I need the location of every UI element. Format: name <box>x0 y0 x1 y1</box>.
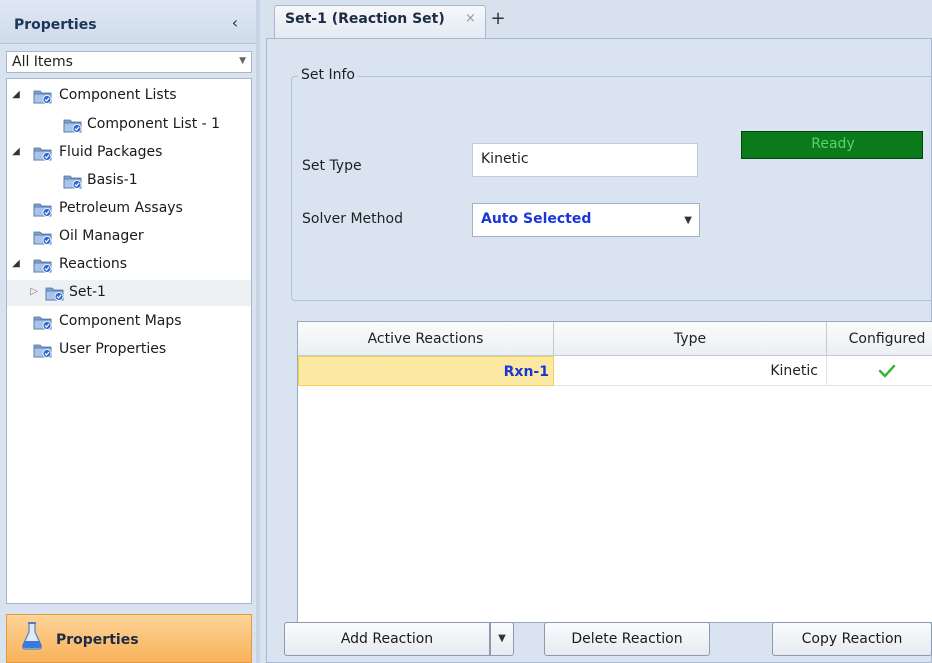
active-reactions-grid: Active Reactions Type Configured Rxn-1 K… <box>297 321 932 623</box>
set-type-label: Set Type <box>302 158 362 174</box>
table-row[interactable]: Rxn-1 Kinetic <box>298 356 932 386</box>
properties-panel-header: Properties ‹ <box>0 0 256 44</box>
properties-panel: Properties ‹ All Items ▼ ◢ Component Lis… <box>0 0 256 663</box>
column-header-configured[interactable]: Configured <box>827 322 932 356</box>
tree-item-label: Petroleum Assays <box>59 200 183 216</box>
tab-title: Set-1 (Reaction Set) <box>285 11 445 27</box>
folder-check-icon <box>33 145 53 161</box>
set-type-field[interactable]: Kinetic <box>472 143 698 177</box>
solver-method-value: Auto Selected <box>481 211 592 227</box>
tree-item-label: Oil Manager <box>59 228 144 244</box>
close-icon[interactable]: × <box>465 11 476 26</box>
folder-check-icon <box>33 88 53 104</box>
collapse-chevron-icon[interactable]: ‹ <box>228 15 242 31</box>
column-header-active-reactions[interactable]: Active Reactions <box>298 322 554 356</box>
collapsed-triangle-icon[interactable]: ▷ <box>29 286 39 298</box>
set-type-value: Kinetic <box>481 151 529 167</box>
expand-triangle-icon[interactable]: ◢ <box>11 146 21 158</box>
tree-item-label: Fluid Packages <box>59 144 163 160</box>
set-info-group: Set Info <box>291 67 932 301</box>
filter-dropdown-value: All Items <box>12 54 73 70</box>
tree-item-petroleum-assays[interactable]: Petroleum Assays <box>7 196 251 222</box>
add-reaction-button[interactable]: Add Reaction <box>284 622 490 656</box>
tree-item-label: Reactions <box>59 256 128 272</box>
copy-reaction-button[interactable]: Copy Reaction <box>772 622 932 656</box>
tree-item-set-1[interactable]: ▷ Set-1 <box>7 280 251 306</box>
filter-dropdown[interactable]: All Items ▼ <box>6 51 252 73</box>
add-reaction-dropdown-arrow-icon[interactable]: ▼ <box>490 622 514 656</box>
status-text: Ready <box>811 136 855 152</box>
tree-item-component-list-1[interactable]: Component List - 1 <box>7 112 251 138</box>
tree-item-component-maps[interactable]: Component Maps <box>7 309 251 335</box>
grid-header-row: Active Reactions Type Configured <box>298 322 932 356</box>
expand-triangle-icon[interactable]: ◢ <box>11 89 21 101</box>
folder-check-icon <box>33 201 53 217</box>
tree-item-label: Component Maps <box>59 313 182 329</box>
tab-reaction-set[interactable]: Set-1 (Reaction Set) × <box>274 5 486 38</box>
solver-method-label: Solver Method <box>302 211 403 227</box>
solver-method-dropdown[interactable]: Auto Selected ▼ <box>472 203 700 237</box>
reaction-name-cell[interactable]: Rxn-1 <box>298 356 554 386</box>
tree-item-fluid-packages[interactable]: ◢ Fluid Packages <box>7 140 251 166</box>
app-window: Properties ‹ All Items ▼ ◢ Component Lis… <box>0 0 932 663</box>
delete-reaction-button[interactable]: Delete Reaction <box>544 622 710 656</box>
navigation-pane-footer: Properties <box>0 606 256 663</box>
configured-cell <box>827 356 932 386</box>
folder-check-icon <box>33 342 53 358</box>
tree-item-basis-1[interactable]: Basis-1 <box>7 168 251 194</box>
document-area: Set-1 (Reaction Set) × + Set Info Ready … <box>260 0 932 663</box>
set-info-legend: Set Info <box>298 67 358 83</box>
folder-check-icon <box>63 117 83 133</box>
document-tab-strip: Set-1 (Reaction Set) × + <box>260 0 932 38</box>
tree-item-label: User Properties <box>59 341 167 357</box>
reaction-set-view: Set Info Ready Set Type Kinetic Solver M… <box>266 38 932 663</box>
tree-item-user-properties[interactable]: User Properties <box>7 337 251 363</box>
properties-nav-label: Properties <box>56 632 139 648</box>
check-icon <box>878 364 896 378</box>
properties-tree: ◢ Component Lists Component List - 1 ◢ F… <box>6 78 252 604</box>
properties-nav-button[interactable]: Properties <box>6 614 252 663</box>
tree-item-component-lists[interactable]: ◢ Component Lists <box>7 83 251 109</box>
tree-item-reactions[interactable]: ◢ Reactions <box>7 252 251 278</box>
chevron-down-icon[interactable]: ▼ <box>684 215 692 226</box>
reaction-type-cell[interactable]: Kinetic <box>554 356 827 386</box>
tree-item-label: Set-1 <box>69 284 106 300</box>
status-indicator: Ready <box>741 131 923 159</box>
column-header-type[interactable]: Type <box>554 322 827 356</box>
tree-item-label: Component Lists <box>59 87 177 103</box>
folder-check-icon <box>33 229 53 245</box>
expand-triangle-icon[interactable]: ◢ <box>11 258 21 270</box>
new-tab-plus-icon[interactable]: + <box>488 9 508 31</box>
chevron-down-icon[interactable]: ▼ <box>239 56 246 66</box>
tree-item-label: Basis-1 <box>87 172 138 188</box>
tree-item-label: Component List - 1 <box>87 116 221 132</box>
folder-check-icon <box>33 257 53 273</box>
folder-check-icon <box>33 314 53 330</box>
panel-title: Properties <box>14 17 97 33</box>
flask-icon <box>22 622 42 650</box>
tree-item-oil-manager[interactable]: Oil Manager <box>7 224 251 250</box>
folder-check-icon <box>45 285 65 301</box>
folder-check-icon <box>63 173 83 189</box>
